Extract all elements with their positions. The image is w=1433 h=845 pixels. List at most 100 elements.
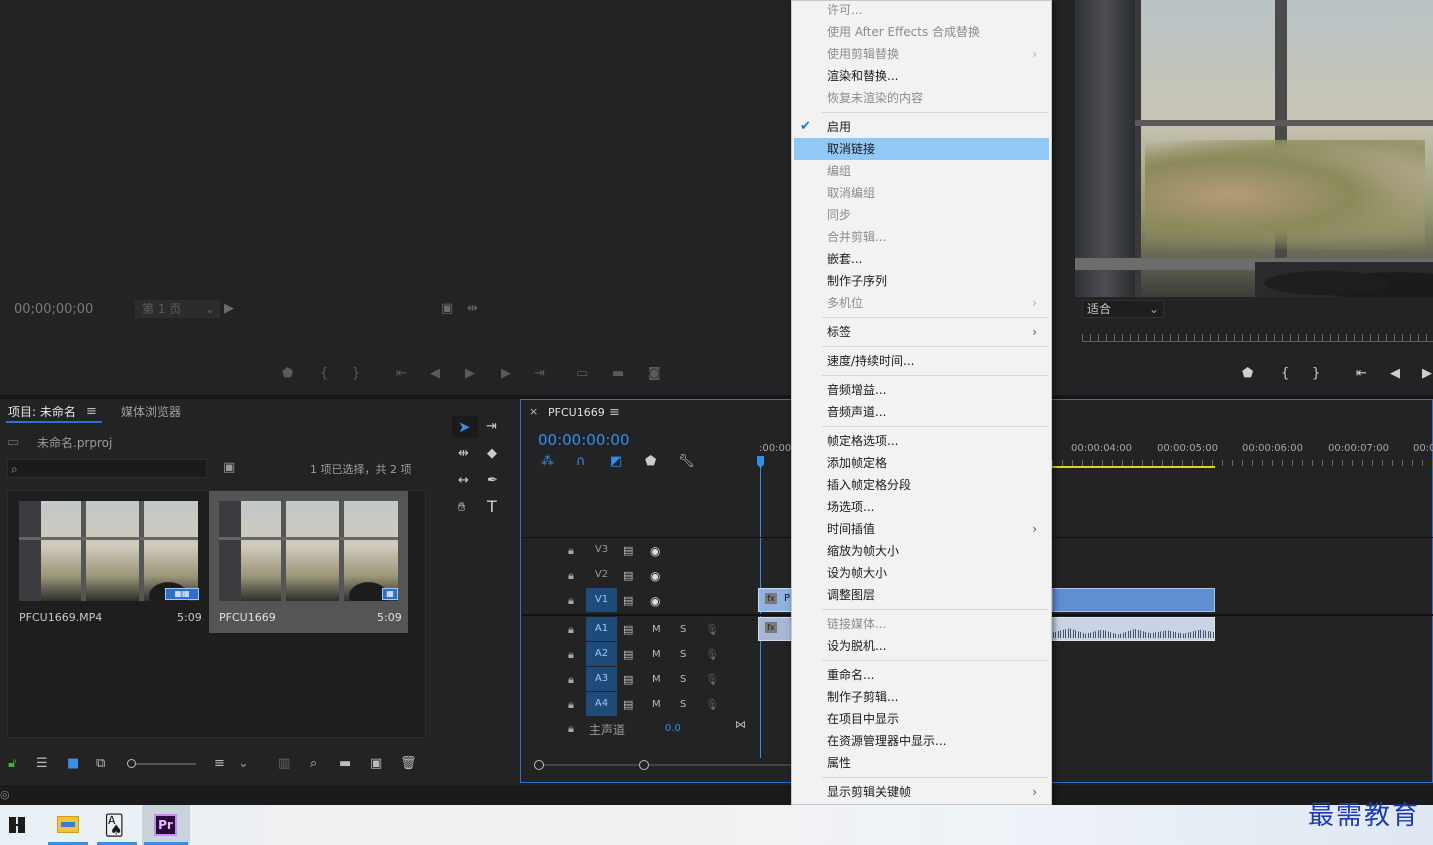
icon-view-icon[interactable]: ■ bbox=[67, 756, 79, 772]
menu-item-insert-frame-hold-segment[interactable]: 插入帧定格分段 bbox=[794, 474, 1049, 496]
menu-item-speed-duration[interactable]: 速度/持续时间... bbox=[794, 350, 1049, 372]
sync-lock-icon[interactable]: ▤ bbox=[623, 647, 633, 663]
menu-item-field-options[interactable]: 场选项... bbox=[794, 496, 1049, 518]
sync-lock-icon[interactable]: ▤ bbox=[623, 543, 633, 559]
ripple-edit-icon[interactable]: ⇹ bbox=[458, 446, 469, 462]
close-icon[interactable]: × bbox=[529, 404, 538, 420]
menu-item-synchronize[interactable]: 同步 bbox=[794, 204, 1049, 226]
audio-clip-right[interactable] bbox=[1052, 617, 1215, 641]
menu-item-render-and-replace[interactable]: 渲染和替换... bbox=[794, 65, 1049, 87]
mark-in-icon[interactable]: { bbox=[1281, 366, 1289, 382]
menu-item-frame-hold-options[interactable]: 帧定格选项... bbox=[794, 430, 1049, 452]
track-target-a2[interactable]: A2 bbox=[586, 642, 617, 666]
freeform-view-icon[interactable]: ⧉ bbox=[96, 756, 105, 772]
video-clip-right[interactable] bbox=[1052, 588, 1215, 612]
play-icon[interactable]: ▶ bbox=[1422, 366, 1432, 382]
lock-icon[interactable]: 🔒︎ bbox=[568, 697, 574, 713]
menu-item-reveal-in-explorer[interactable]: 在资源管理器中显示... bbox=[794, 730, 1049, 752]
menu-item-properties[interactable]: 属性 bbox=[794, 752, 1049, 774]
solo-button[interactable]: S bbox=[680, 624, 686, 635]
pen-icon[interactable]: ✒ bbox=[487, 473, 498, 489]
fit-select[interactable]: 适合 ⌄ bbox=[1082, 300, 1164, 318]
mic-icon[interactable]: 🎙︎ bbox=[705, 622, 719, 638]
lock-icon[interactable]: 🔒︎ bbox=[568, 672, 574, 688]
menu-item-reveal-in-project[interactable]: 在项目中显示 bbox=[794, 708, 1049, 730]
menu-item-license[interactable]: 许可... bbox=[794, 0, 1049, 21]
track-target-a4[interactable]: A4 bbox=[586, 692, 617, 716]
menu-item-show-clip-keyframes[interactable]: 显示剪辑关键帧 › bbox=[794, 781, 1049, 803]
menu-item-rename[interactable]: 重命名... bbox=[794, 664, 1049, 686]
menu-item-replace-with-ae[interactable]: 使用 After Effects 合成替换 bbox=[794, 21, 1049, 43]
sync-lock-icon[interactable]: ▤ bbox=[623, 568, 633, 584]
go-to-out-icon[interactable]: ⇥ bbox=[534, 366, 545, 382]
source-timecode[interactable]: 00;00;00;00 bbox=[14, 302, 93, 317]
slip-icon[interactable]: ↔ bbox=[458, 473, 469, 489]
sort-icon[interactable]: ≡ bbox=[214, 756, 225, 772]
video-clip-left[interactable]: fx P bbox=[758, 588, 793, 612]
sync-lock-icon[interactable]: ▤ bbox=[623, 697, 633, 713]
razor-icon[interactable]: ◆ bbox=[487, 446, 497, 462]
mute-button[interactable]: M bbox=[652, 649, 661, 660]
menu-item-adjustment-layer[interactable]: 调整图层 bbox=[794, 584, 1049, 606]
page-select[interactable]: 第 1 页 ⌄ bbox=[135, 300, 220, 318]
taskbar-premiere[interactable]: Pr bbox=[142, 805, 190, 845]
zoom-slider[interactable] bbox=[127, 759, 196, 768]
wrench-icon[interactable]: 🔧︎ bbox=[678, 454, 695, 470]
type-tool-icon[interactable]: T bbox=[487, 499, 497, 515]
mic-icon[interactable]: 🎙︎ bbox=[705, 647, 719, 663]
tab-project[interactable]: 项目: 未命名 bbox=[8, 403, 76, 420]
overwrite-icon[interactable]: ▬ bbox=[612, 366, 624, 382]
list-view-icon[interactable]: ☰ bbox=[36, 756, 48, 772]
step-back-icon[interactable]: ◀ bbox=[430, 366, 440, 382]
mic-icon[interactable]: 🎙︎ bbox=[705, 697, 719, 713]
menu-item-add-frame-hold[interactable]: 添加帧定格 bbox=[794, 452, 1049, 474]
new-item-icon[interactable]: ▣ bbox=[370, 756, 382, 772]
insert-clip-icon[interactable]: ▭ bbox=[576, 366, 588, 382]
menu-item-label[interactable]: 标签 › bbox=[794, 321, 1049, 343]
menu-item-merge-clips[interactable]: 合并剪辑... bbox=[794, 226, 1049, 248]
new-bin-icon[interactable]: ▬ bbox=[339, 756, 351, 772]
menu-item-restore-unrendered[interactable]: 恢复未渲染的内容 bbox=[794, 87, 1049, 109]
lock-icon[interactable]: 🔒︎ bbox=[568, 721, 574, 737]
nest-icon[interactable]: ⁂ bbox=[541, 454, 554, 470]
add-marker-icon[interactable]: ⬟ bbox=[645, 454, 656, 470]
selection-tool[interactable]: ➤ bbox=[452, 416, 478, 438]
master-volume[interactable]: 0.0 bbox=[665, 723, 681, 734]
eye-icon[interactable]: ◉ bbox=[650, 593, 660, 609]
mark-out-icon[interactable]: } bbox=[1312, 366, 1320, 382]
program-ruler[interactable] bbox=[1082, 334, 1433, 342]
menu-item-make-offline[interactable]: 设为脱机... bbox=[794, 635, 1049, 657]
project-item[interactable]: ▦▦ PFCU1669.MP4 5:09 bbox=[12, 493, 208, 631]
mark-in-icon[interactable]: { bbox=[320, 366, 328, 382]
menu-item-make-subclip[interactable]: 制作子剪辑... bbox=[794, 686, 1049, 708]
mark-out-icon[interactable]: } bbox=[352, 366, 360, 382]
sync-lock-icon[interactable]: ▤ bbox=[623, 593, 633, 609]
timeline-zoom-scrollbar[interactable] bbox=[534, 760, 791, 770]
start-button[interactable] bbox=[0, 805, 34, 845]
mute-button[interactable]: M bbox=[652, 699, 661, 710]
menu-item-scale-to-frame-size[interactable]: 缩放为帧大小 bbox=[794, 540, 1049, 562]
eye-icon[interactable]: ◉ bbox=[650, 568, 660, 584]
solo-button[interactable]: S bbox=[680, 649, 686, 660]
track-name-v3[interactable]: V3 bbox=[586, 538, 617, 562]
scroll-handle-left[interactable] bbox=[534, 760, 544, 770]
project-item-selected[interactable]: ▦ PFCU1669 5:09 bbox=[209, 491, 408, 633]
track-target-a1[interactable]: A1 bbox=[586, 617, 617, 641]
menu-item-make-subsequence[interactable]: 制作子序列 bbox=[794, 270, 1049, 292]
timeline-timecode[interactable]: 00:00:00:00 bbox=[538, 431, 630, 449]
linked-selection-icon[interactable]: ◩ bbox=[610, 454, 622, 470]
menu-item-unlink[interactable]: 取消链接 bbox=[794, 138, 1049, 160]
timeline-tab[interactable]: PFCU1669 bbox=[548, 406, 605, 419]
sync-lock-icon[interactable]: ▤ bbox=[623, 622, 633, 638]
step-back-icon[interactable]: ◀ bbox=[1390, 366, 1400, 382]
menu-item-enable[interactable]: ✔ 启用 bbox=[794, 116, 1049, 138]
panel-menu-icon[interactable]: ≡ bbox=[609, 405, 620, 421]
mic-icon[interactable]: 🎙︎ bbox=[705, 672, 719, 688]
search-input[interactable]: ⌕ bbox=[7, 459, 207, 478]
play-icon[interactable]: ▶ bbox=[465, 366, 475, 382]
lock-icon[interactable]: 🔒︎ bbox=[568, 647, 574, 663]
trash-icon[interactable]: 🗑︎ bbox=[400, 756, 417, 772]
lock-icon[interactable]: 🔒︎ bbox=[568, 593, 574, 609]
menu-item-link-media[interactable]: 链接媒体... bbox=[794, 613, 1049, 635]
export-frame-icon[interactable]: ▣ bbox=[441, 301, 453, 317]
